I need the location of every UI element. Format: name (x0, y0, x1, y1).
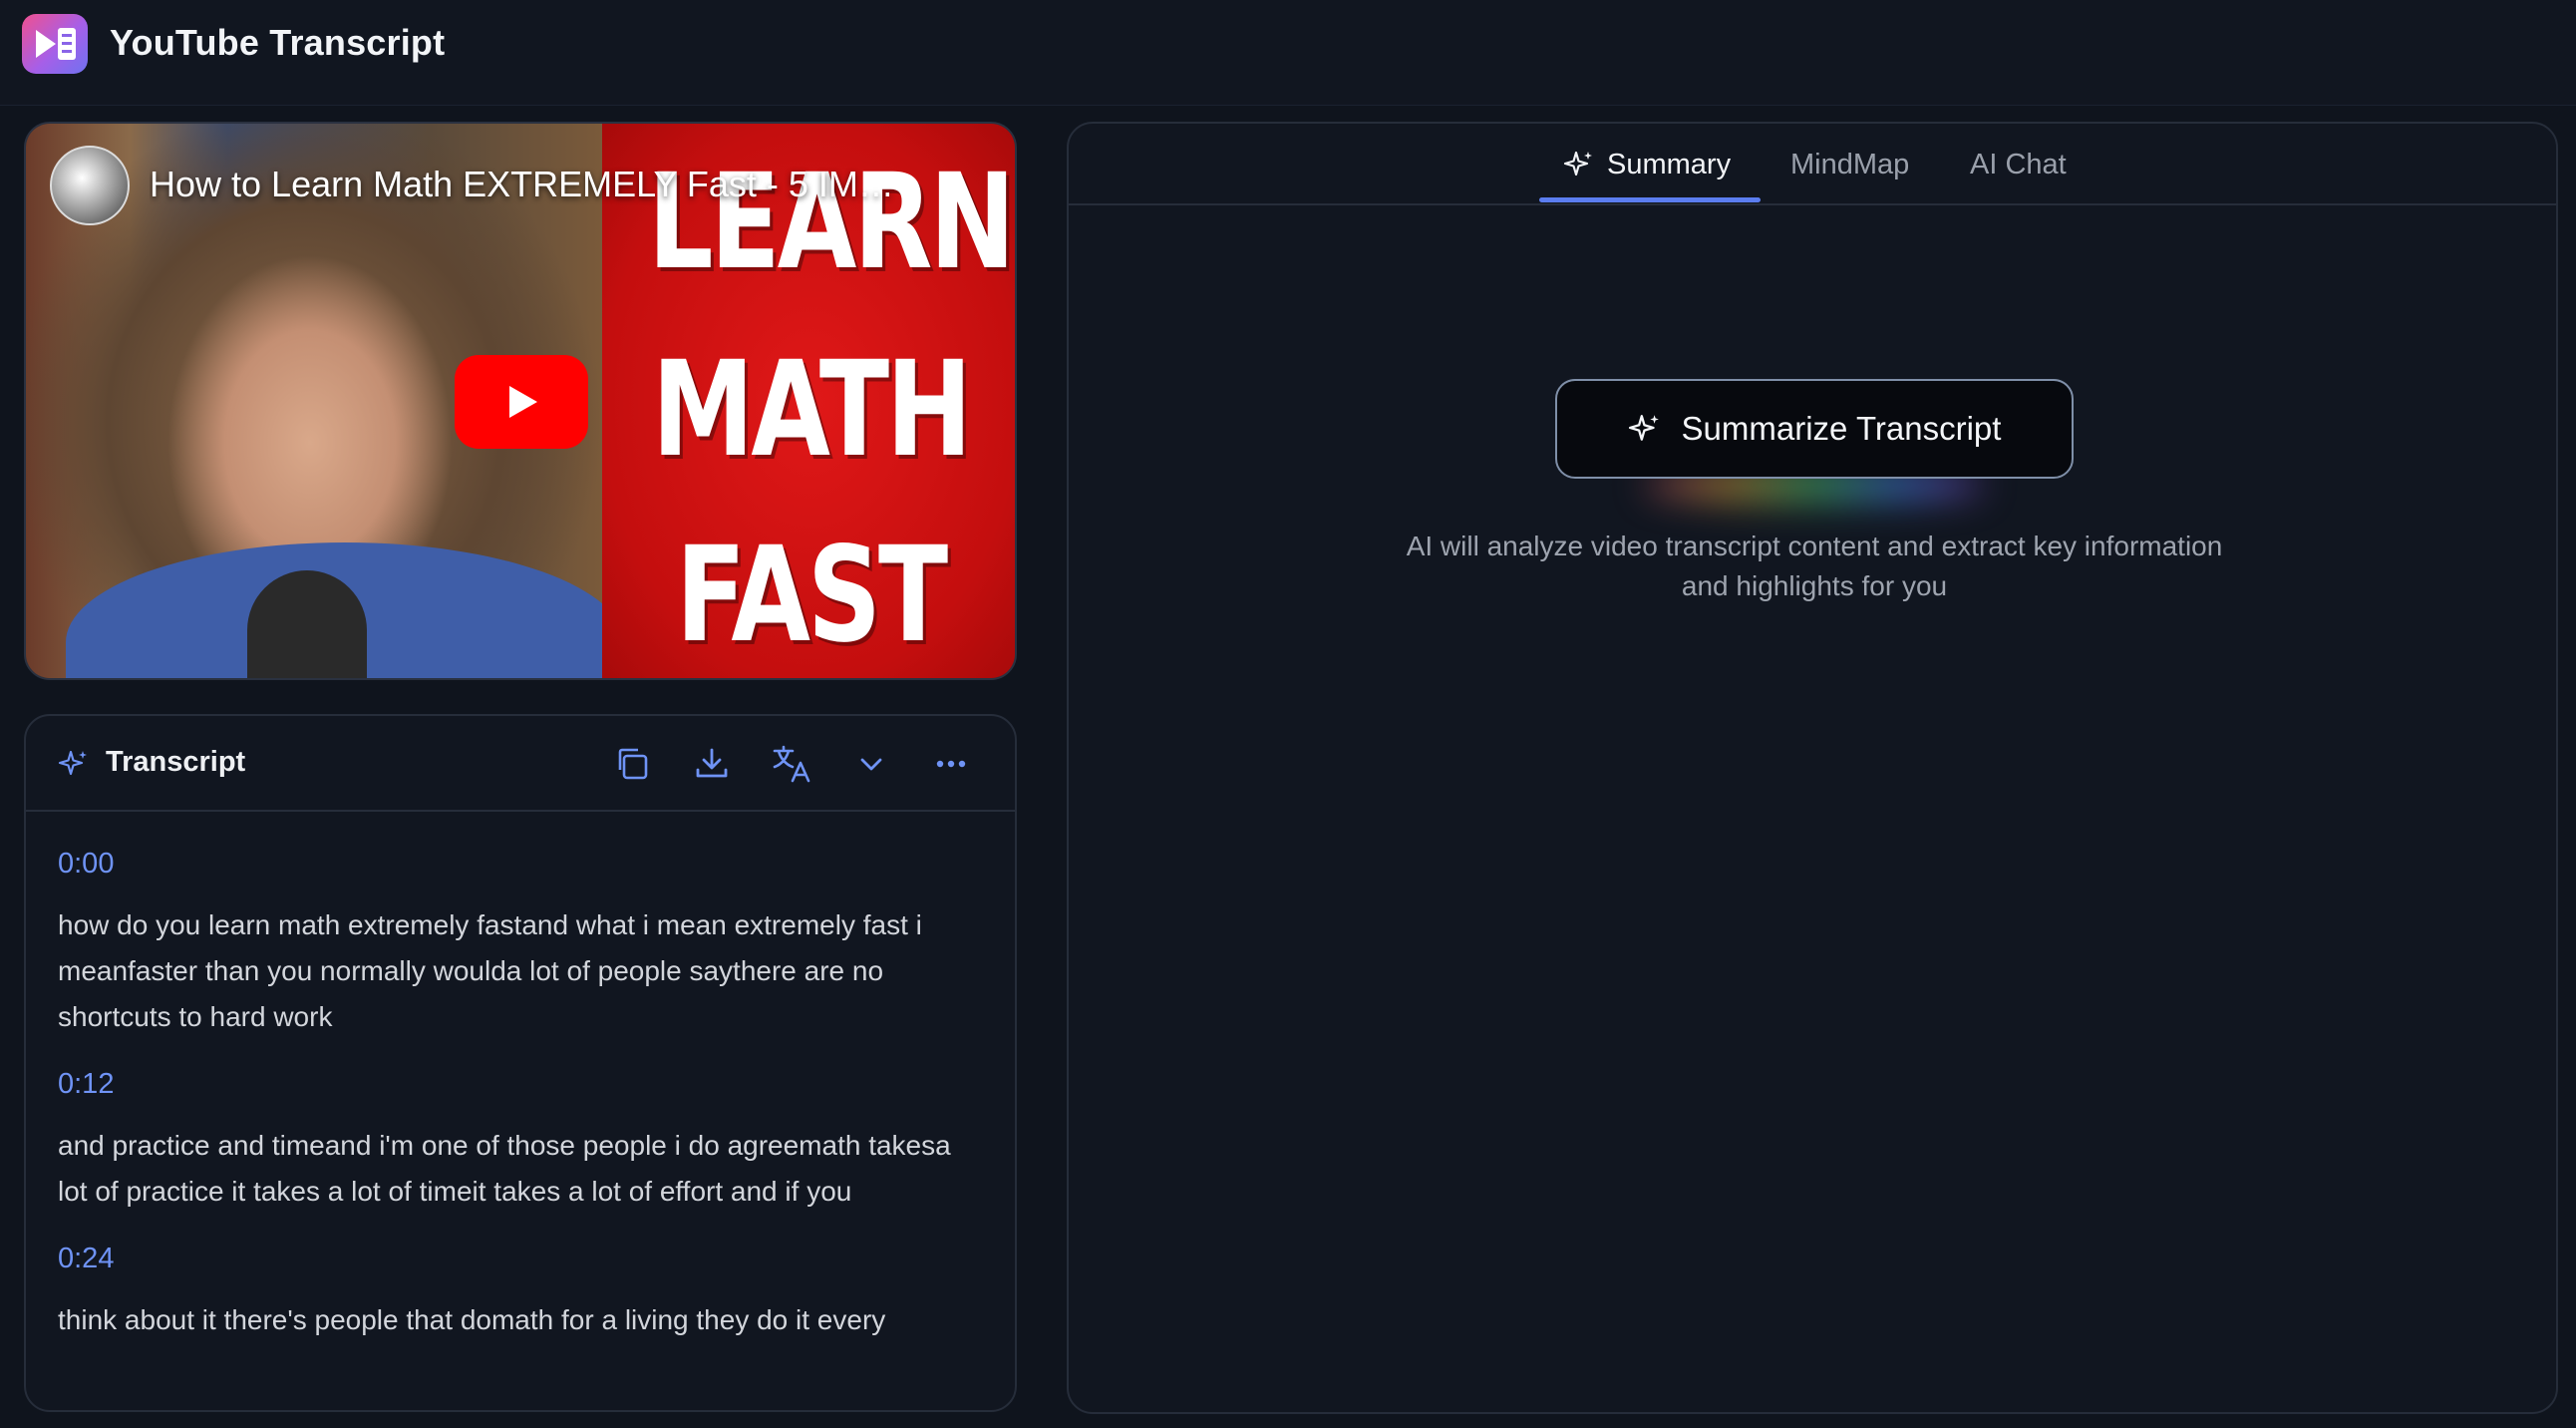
segment-text: think about it there's people that domat… (58, 1304, 886, 1335)
copy-button[interactable] (610, 742, 654, 786)
app-header: YouTube Transcript (0, 0, 2576, 106)
expand-button[interactable] (849, 742, 893, 786)
segment-text: how do you learn math extremely fastand … (58, 909, 922, 1032)
tab-label: Summary (1607, 148, 1732, 180)
video-title[interactable]: How to Learn Math EXTREMELY Fast - 5 IMP… (150, 164, 907, 205)
play-button[interactable] (455, 355, 588, 449)
ai-panel: Summary MindMap AI Chat Summarize Transc… (1067, 122, 2558, 1414)
channel-avatar[interactable] (50, 146, 130, 225)
chevron-down-icon (860, 758, 882, 771)
timestamp-link[interactable]: 0:00 (58, 848, 983, 881)
play-icon (509, 386, 537, 418)
transcript-segment: 0:12 and practice and timeand i'm one of… (58, 1068, 983, 1215)
helper-line: AI will analyze video transcript content… (1406, 531, 2223, 561)
video-thumbnail-text-panel: LEARN MATH FAST (602, 124, 1015, 678)
tab-label: AI Chat (1970, 148, 2067, 180)
tab-label: MindMap (1790, 148, 1910, 180)
more-options-button[interactable] (929, 742, 973, 786)
tab-bar: Summary MindMap AI Chat (1069, 124, 2556, 205)
tab-ai-chat[interactable]: AI Chat (1970, 142, 2067, 187)
translate-button[interactable] (770, 742, 813, 786)
thumbnail-word: FAST (675, 519, 948, 672)
transcript-segment: 0:24 think about it there's people that … (58, 1243, 983, 1343)
sparkle-icon (58, 750, 87, 776)
active-tab-indicator (1539, 197, 1761, 202)
sparkle-icon (1563, 151, 1592, 177)
transcript-title: Transcript (106, 746, 246, 778)
thumbnail-word: MATH (651, 333, 972, 487)
translate-icon (773, 745, 810, 783)
copy-icon (618, 748, 648, 780)
transcript-segment: 0:00 how do you learn math extremely fas… (58, 848, 983, 1040)
segment-text: and practice and timeand i'm one of thos… (58, 1130, 951, 1207)
download-button[interactable] (690, 742, 734, 786)
video-more-icon[interactable]: ⋮ (941, 170, 975, 205)
summarize-button-label: Summarize Transcript (1681, 410, 2002, 447)
tab-summary[interactable]: Summary (1563, 142, 1731, 187)
app-title: YouTube Transcript (110, 22, 446, 63)
timestamp-link[interactable]: 0:12 (58, 1068, 983, 1101)
more-horizontal-icon (936, 760, 966, 768)
download-icon (696, 748, 728, 778)
transcript-panel: Transcript 0:00 how do you learn math ex… (24, 714, 1017, 1412)
timestamp-link[interactable]: 0:24 (58, 1243, 983, 1275)
transcript-body: 0:00 how do you learn math extremely fas… (26, 812, 1015, 1343)
tab-mindmap[interactable]: MindMap (1790, 142, 1909, 187)
thumbnail-microphone (247, 570, 367, 678)
helper-line: and highlights for you (1681, 570, 1948, 601)
summary-helper-text: AI will analyze video transcript content… (1316, 527, 2313, 606)
summarize-area: Summarize Transcript (1555, 379, 2074, 503)
summarize-transcript-button[interactable]: Summarize Transcript (1555, 379, 2074, 479)
transcript-header: Transcript (26, 716, 1015, 812)
video-player[interactable]: LEARN MATH FAST How to Learn Math EXTREM… (24, 122, 1017, 680)
app-logo-icon (22, 14, 88, 74)
sparkle-icon (1628, 415, 1659, 441)
